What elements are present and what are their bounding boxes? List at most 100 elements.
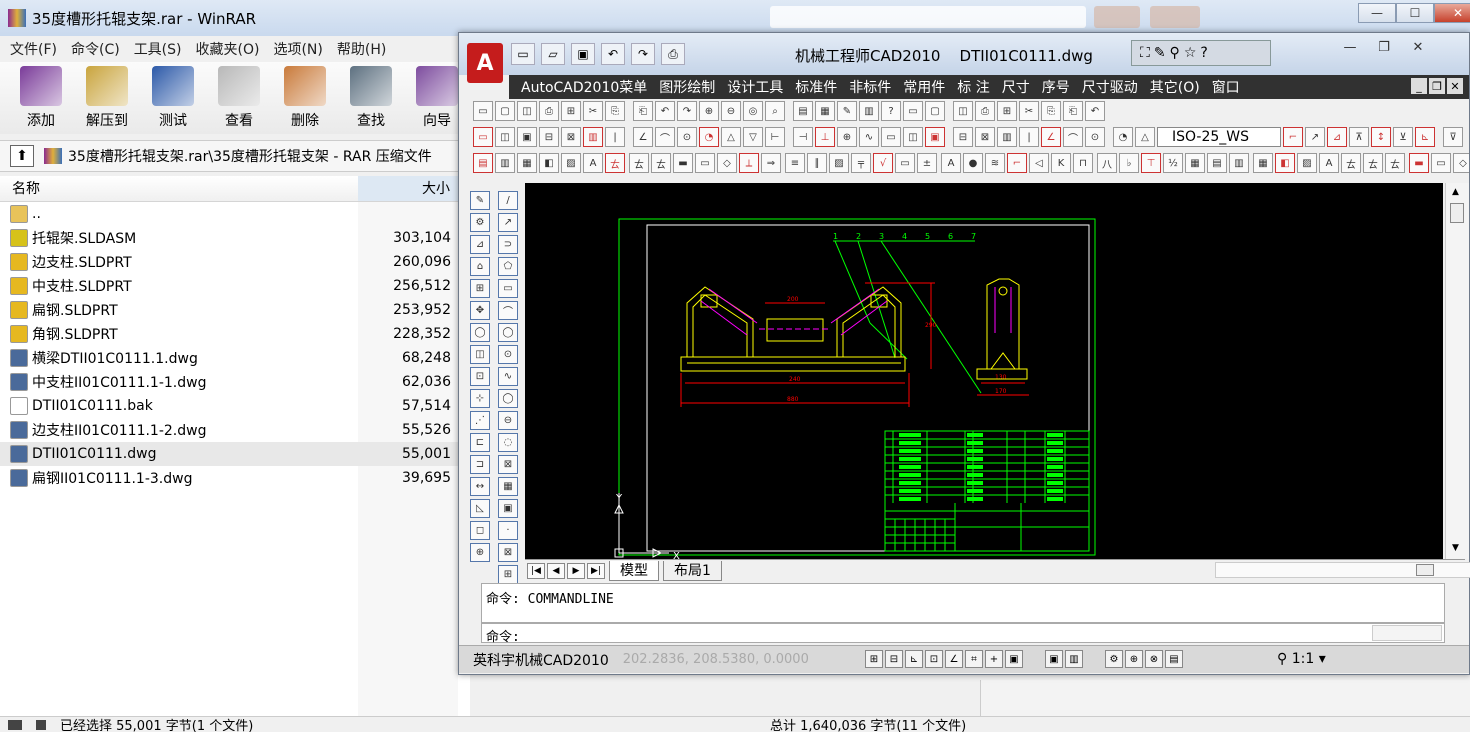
minimize-button[interactable]: —: [1335, 38, 1365, 56]
file-row[interactable]: 边支柱.SLDPRT 260,096: [0, 250, 470, 274]
draw-tool-icon[interactable]: ⬠: [498, 257, 518, 276]
modify-tool-icon[interactable]: ⚙: [470, 213, 490, 232]
first-tab-icon[interactable]: |◀: [527, 562, 545, 579]
new-icon[interactable]: ▭: [511, 43, 535, 65]
tool-button-icon[interactable]: ◇: [1453, 153, 1469, 173]
tool-button-icon[interactable]: ◎: [743, 101, 763, 121]
tool-button-icon[interactable]: ▨: [1297, 153, 1317, 173]
scroll-up-icon[interactable]: ▲: [1452, 187, 1459, 197]
tool-button-icon[interactable]: ⊟: [953, 127, 973, 147]
draw-tool-icon[interactable]: ⊙: [498, 345, 518, 364]
tool-button-icon[interactable]: ♭: [1119, 153, 1139, 173]
tool-button-icon[interactable]: ↶: [655, 101, 675, 121]
menu-item[interactable]: 命令(C): [65, 39, 126, 59]
tool-button-icon[interactable]: ⊓: [1073, 153, 1093, 173]
tool-button-icon[interactable]: ㄊ: [629, 153, 649, 173]
draw-tool-icon[interactable]: ∿: [498, 367, 518, 386]
modify-tool-icon[interactable]: ◺: [470, 499, 490, 518]
draw-tool-icon[interactable]: ↗: [498, 213, 518, 232]
tool-button-icon[interactable]: ▨: [829, 153, 849, 173]
save-icon[interactable]: ▣: [571, 43, 595, 65]
drawing-horizontal-scrollbar[interactable]: [1215, 562, 1470, 578]
tool-button-icon[interactable]: ≡: [785, 153, 805, 173]
tool-button-icon[interactable]: ╤: [851, 153, 871, 173]
tool-button-icon[interactable]: ▭: [473, 127, 493, 147]
tool-button-icon[interactable]: ⎘: [1041, 101, 1061, 121]
tool-button-icon[interactable]: ⌐: [1283, 127, 1303, 147]
modify-tool-icon[interactable]: ⌂: [470, 257, 490, 276]
toolbar-button[interactable]: 测试: [140, 62, 206, 134]
tool-button-icon[interactable]: ◧: [1275, 153, 1295, 173]
status-toggle-icon[interactable]: ⊟: [885, 650, 903, 668]
status-toggle-icon[interactable]: ▤: [1165, 650, 1183, 668]
tool-button-icon[interactable]: ▨: [561, 153, 581, 173]
tool-button-icon[interactable]: ∿: [859, 127, 879, 147]
tool-button-icon[interactable]: ⊿: [1327, 127, 1347, 147]
open-icon[interactable]: ▱: [541, 43, 565, 65]
tool-button-icon[interactable]: ㄊ: [1385, 153, 1405, 173]
tool-button-icon[interactable]: ⌕: [765, 101, 785, 121]
tool-button-icon[interactable]: ⊟: [539, 127, 559, 147]
scroll-down-icon[interactable]: ▼: [1452, 543, 1459, 553]
menu-item[interactable]: 工具(S): [128, 39, 188, 59]
tool-button-icon[interactable]: ▭: [881, 127, 901, 147]
status-toggle-icon[interactable]: ⚙: [1105, 650, 1123, 668]
tool-button-icon[interactable]: ⊥: [815, 127, 835, 147]
tool-button-icon[interactable]: ⊕: [837, 127, 857, 147]
tool-button-icon[interactable]: △: [1135, 127, 1155, 147]
tool-button-icon[interactable]: ✎: [837, 101, 857, 121]
drawing-vertical-scrollbar[interactable]: ▲ ▼: [1445, 183, 1469, 559]
tool-button-icon[interactable]: ⊙: [1085, 127, 1105, 147]
modify-tool-icon[interactable]: ⊕: [470, 543, 490, 562]
acad-menu-item[interactable]: AutoCAD2010菜单: [521, 77, 647, 97]
tool-button-icon[interactable]: ↗: [1305, 127, 1325, 147]
draw-tool-icon[interactable]: ◯: [498, 389, 518, 408]
acad-menu-item[interactable]: 标准件: [795, 77, 837, 97]
tool-button-icon[interactable]: ▬: [673, 153, 693, 173]
acad-menu-item[interactable]: 图形绘制: [659, 77, 715, 97]
toolbar-button[interactable]: 查找: [338, 62, 404, 134]
tool-button-icon[interactable]: ▬: [1409, 153, 1429, 173]
tool-button-icon[interactable]: ⊾: [1415, 127, 1435, 147]
tool-button-icon[interactable]: ⊞: [997, 101, 1017, 121]
menu-item[interactable]: 文件(F): [4, 39, 63, 59]
tool-button-icon[interactable]: ⌒: [655, 127, 675, 147]
tool-button-icon[interactable]: ◧: [539, 153, 559, 173]
file-row[interactable]: DTII01C0111.bak 57,514: [0, 394, 470, 418]
tool-button-icon[interactable]: ↕: [1371, 127, 1391, 147]
tool-button-icon[interactable]: ⊞: [561, 101, 581, 121]
tool-button-icon[interactable]: ▭: [1431, 153, 1451, 173]
acad-menu-item[interactable]: 尺寸: [1002, 77, 1030, 97]
tool-button-icon[interactable]: ▢: [495, 101, 515, 121]
tool-button-icon[interactable]: ◔: [1113, 127, 1133, 147]
tool-button-icon[interactable]: ⊢: [765, 127, 785, 147]
tool-button-icon[interactable]: A: [1319, 153, 1339, 173]
status-toggle-icon[interactable]: ⌗: [965, 650, 983, 668]
tab-model[interactable]: 模型: [609, 560, 659, 581]
draw-tool-icon[interactable]: ·: [498, 521, 518, 540]
column-header-name[interactable]: 名称: [0, 176, 358, 201]
draw-tool-icon[interactable]: ◯: [498, 323, 518, 342]
tool-button-icon[interactable]: ▭: [895, 153, 915, 173]
tool-button-icon[interactable]: ≋: [985, 153, 1005, 173]
modify-tool-icon[interactable]: ◻: [470, 521, 490, 540]
status-toggle-icon[interactable]: ▥: [1065, 650, 1083, 668]
draw-tool-icon[interactable]: ▦: [498, 477, 518, 496]
tool-button-icon[interactable]: ⊤: [1141, 153, 1161, 173]
tool-button-icon[interactable]: ▭: [695, 153, 715, 173]
draw-tool-icon[interactable]: ▭: [498, 279, 518, 298]
tool-button-icon[interactable]: A: [941, 153, 961, 173]
draw-tool-icon[interactable]: ⊞: [498, 565, 518, 584]
tool-button-icon[interactable]: ±: [917, 153, 937, 173]
file-row[interactable]: ..: [0, 202, 470, 226]
modify-tool-icon[interactable]: ⊞: [470, 279, 490, 298]
status-toggle-icon[interactable]: ⊞: [865, 650, 883, 668]
tool-button-icon[interactable]: ⊠: [561, 127, 581, 147]
menu-item[interactable]: 收藏夹(O): [190, 39, 266, 59]
tool-button-icon[interactable]: ½: [1163, 153, 1183, 173]
tool-button-icon[interactable]: ∠: [633, 127, 653, 147]
undo-icon[interactable]: ↶: [601, 43, 625, 65]
redo-icon[interactable]: ↷: [631, 43, 655, 65]
tool-button-icon[interactable]: ㄊ: [1363, 153, 1383, 173]
column-header-size[interactable]: 大小: [358, 176, 458, 201]
